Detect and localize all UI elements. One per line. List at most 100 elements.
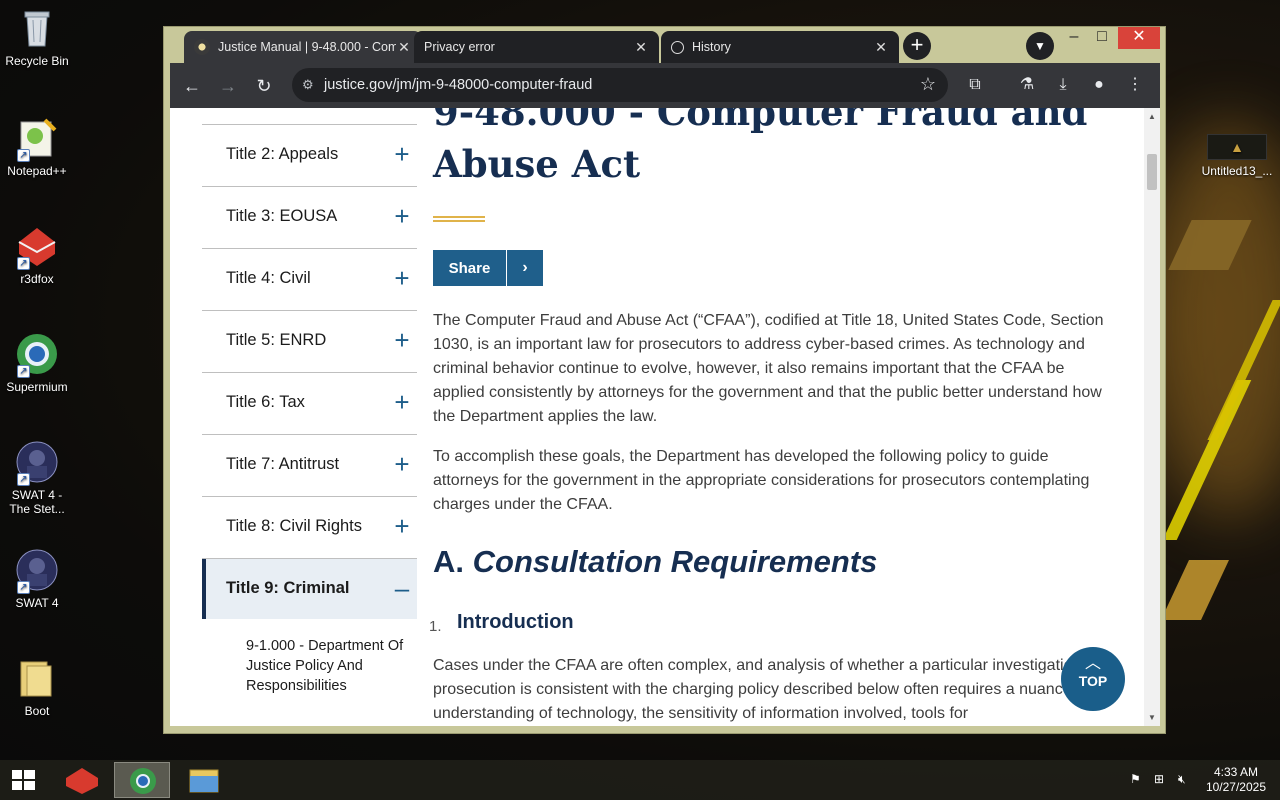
- tab-title: Justice Manual | 9-48.000 - Com: [218, 40, 396, 54]
- forward-button[interactable]: →: [214, 72, 242, 100]
- plus-icon[interactable]: +: [391, 139, 413, 169]
- desktop-icon-boot[interactable]: Boot: [0, 656, 74, 718]
- network-icon[interactable]: ⊞: [1154, 772, 1164, 786]
- sidebar-item-title-8[interactable]: Title 8: Civil Rights +: [202, 497, 417, 559]
- folder-icon: [189, 769, 219, 793]
- shortcut-arrow-icon: ↗: [17, 581, 30, 594]
- plus-icon[interactable]: +: [391, 511, 413, 541]
- tab-history[interactable]: History ✕: [661, 31, 899, 63]
- browser-toolbar: ← → ↻ ⚙ justice.gov/jm/jm-9-48000-comput…: [170, 63, 1160, 108]
- tab-title: History: [692, 40, 731, 54]
- maximize-button[interactable]: □: [1088, 27, 1116, 49]
- scrollbar-thumb[interactable]: [1147, 154, 1157, 190]
- taskbar: ⚑ ⊞ 🔇︎ 4:33 AM 10/27/2025: [0, 760, 1280, 800]
- shortcut-arrow-icon: ↗: [17, 365, 30, 378]
- background-shard: [1161, 560, 1229, 620]
- folder-icon: [15, 656, 59, 700]
- sidebar-item-title-9[interactable]: Title 9: Criminal –: [202, 559, 417, 619]
- page-scrollbar[interactable]: ▲ ▼: [1144, 108, 1160, 726]
- close-tab-icon[interactable]: ✕: [873, 39, 889, 56]
- new-tab-button[interactable]: +: [903, 32, 931, 60]
- sidebar-item-label: Title 7: Antitrust: [226, 455, 340, 473]
- plus-icon[interactable]: +: [391, 201, 413, 231]
- justice-manual-sidebar: Title 2: Appeals + Title 3: EOUSA + Titl…: [202, 108, 417, 726]
- shortcut-arrow-icon: ↗: [17, 473, 30, 486]
- sidebar-item-label: Title 2: Appeals: [226, 145, 339, 163]
- plus-icon[interactable]: +: [391, 387, 413, 417]
- plus-icon[interactable]: +: [391, 263, 413, 293]
- browser-titlebar: Justice Manual | 9-48.000 - Com ✕ Privac…: [164, 27, 1165, 63]
- desktop-icon-swat4-stetchkov[interactable]: ↗ SWAT 4 - The Stet...: [0, 440, 74, 516]
- extensions-icon[interactable]: ⧉: [962, 72, 988, 98]
- taskbar-r3dfox[interactable]: [54, 762, 110, 798]
- site-info-icon[interactable]: ⚙: [302, 77, 314, 93]
- close-tab-icon[interactable]: ✕: [633, 39, 649, 56]
- close-tab-icon[interactable]: ✕: [396, 39, 412, 56]
- sidebar-item-label: Title 6: Tax: [226, 393, 305, 411]
- list-number: 1.: [429, 618, 442, 635]
- desktop-icon-label: Untitled13_...: [1201, 164, 1273, 178]
- tab-search-button[interactable]: ▼: [1026, 32, 1054, 60]
- scroll-up-arrow-icon[interactable]: ▲: [1144, 112, 1160, 121]
- sidebar-item-title-2[interactable]: Title 2: Appeals +: [202, 125, 417, 187]
- section-prefix: A.: [433, 544, 464, 579]
- desktop-icon-r3dfox[interactable]: ↗ r3dfox: [0, 224, 74, 286]
- menu-kebab-icon[interactable]: ⋮: [1122, 72, 1148, 98]
- subsection-title: Introduction: [457, 611, 574, 633]
- r3dfox-icon: [66, 768, 98, 794]
- notepad-icon: ↗: [15, 116, 59, 162]
- desktop-icon-swat4[interactable]: ↗ SWAT 4: [0, 548, 74, 610]
- profile-icon[interactable]: ●: [1086, 72, 1112, 98]
- sidebar-item-title-5[interactable]: Title 5: ENRD +: [202, 311, 417, 373]
- tab-privacy-error[interactable]: Privacy error ✕: [414, 31, 659, 63]
- intro-paragraph: The Computer Fraud and Abuse Act (“CFAA”…: [433, 312, 1104, 425]
- close-window-button[interactable]: ✕: [1118, 27, 1160, 49]
- back-to-top-button[interactable]: ︿ TOP: [1061, 647, 1125, 711]
- sidebar-item-title-6[interactable]: Title 6: Tax +: [202, 373, 417, 435]
- sidebar-item-title-4[interactable]: Title 4: Civil +: [202, 249, 417, 311]
- desktop-icon-label: SWAT 4 - The Stet...: [9, 488, 65, 516]
- flag-notification-icon[interactable]: ⚑: [1130, 772, 1141, 786]
- desktop-icon-label: Notepad++: [7, 164, 67, 178]
- volume-muted-icon[interactable]: 🔇︎: [1178, 772, 1186, 787]
- desktop-icon-recycle-bin[interactable]: Recycle Bin: [0, 6, 74, 68]
- download-icon[interactable]: ⤓: [1050, 72, 1076, 98]
- start-button[interactable]: [0, 762, 48, 798]
- section-heading: A. Consultation Requirements: [433, 544, 877, 580]
- taskbar-supermium[interactable]: [114, 762, 170, 798]
- section-title: Consultation Requirements: [472, 544, 878, 579]
- back-button[interactable]: ←: [178, 72, 206, 100]
- sidebar-item-title-3[interactable]: Title 3: EOUSA +: [202, 187, 417, 249]
- sidebar-item-label: Title 3: EOUSA: [226, 207, 338, 225]
- taskbar-file-explorer[interactable]: [176, 762, 232, 798]
- plus-icon[interactable]: +: [391, 325, 413, 355]
- desktop-icon-notepad[interactable]: ↗ Notepad++: [0, 116, 74, 178]
- sidebar-item-label: Title 8: Civil Rights: [226, 517, 363, 535]
- page-title: 9-48.000 - Computer Fraud and Abuse Act: [433, 108, 1088, 186]
- desktop-icon-label: r3dfox: [20, 272, 54, 286]
- shortcut-arrow-icon: ↗: [17, 149, 30, 162]
- plus-icon[interactable]: +: [391, 449, 413, 479]
- minus-icon[interactable]: –: [391, 573, 413, 603]
- minimize-button[interactable]: –: [1062, 27, 1086, 49]
- labs-flask-icon[interactable]: ⚗: [1014, 72, 1040, 98]
- background-glow: [1150, 120, 1280, 520]
- desktop-icon-label: Boot: [24, 704, 50, 718]
- share-button[interactable]: Share ›: [433, 250, 543, 286]
- tab-justice-manual[interactable]: Justice Manual | 9-48.000 - Com ✕: [184, 31, 422, 63]
- taskbar-clock[interactable]: 4:33 AM 10/27/2025: [1206, 765, 1266, 795]
- chevron-right-icon: ›: [506, 250, 543, 286]
- sidebar-item-label: Title 9: Criminal: [226, 579, 350, 597]
- clock-date: 10/27/2025: [1205, 780, 1266, 794]
- image-file-icon: ▲: [1207, 134, 1267, 160]
- sidebar-subitem-9-1000[interactable]: 9-1.000 - Department Of Justice Policy A…: [246, 636, 406, 696]
- desktop-icon-label: Supermium: [6, 380, 68, 394]
- address-bar[interactable]: ⚙ justice.gov/jm/jm-9-48000-computer-fra…: [292, 68, 948, 102]
- goals-paragraph: To accomplish these goals, the Departmen…: [433, 448, 1090, 513]
- scroll-down-arrow-icon[interactable]: ▼: [1144, 713, 1160, 722]
- desktop-icon-untitled13[interactable]: ▲ Untitled13_...: [1200, 134, 1274, 178]
- sidebar-item-title-7[interactable]: Title 7: Antitrust +: [202, 435, 417, 497]
- reload-button[interactable]: ↻: [250, 72, 278, 100]
- bookmark-star-icon[interactable]: ☆: [920, 74, 936, 95]
- desktop-icon-supermium[interactable]: ↗ Supermium: [0, 332, 74, 394]
